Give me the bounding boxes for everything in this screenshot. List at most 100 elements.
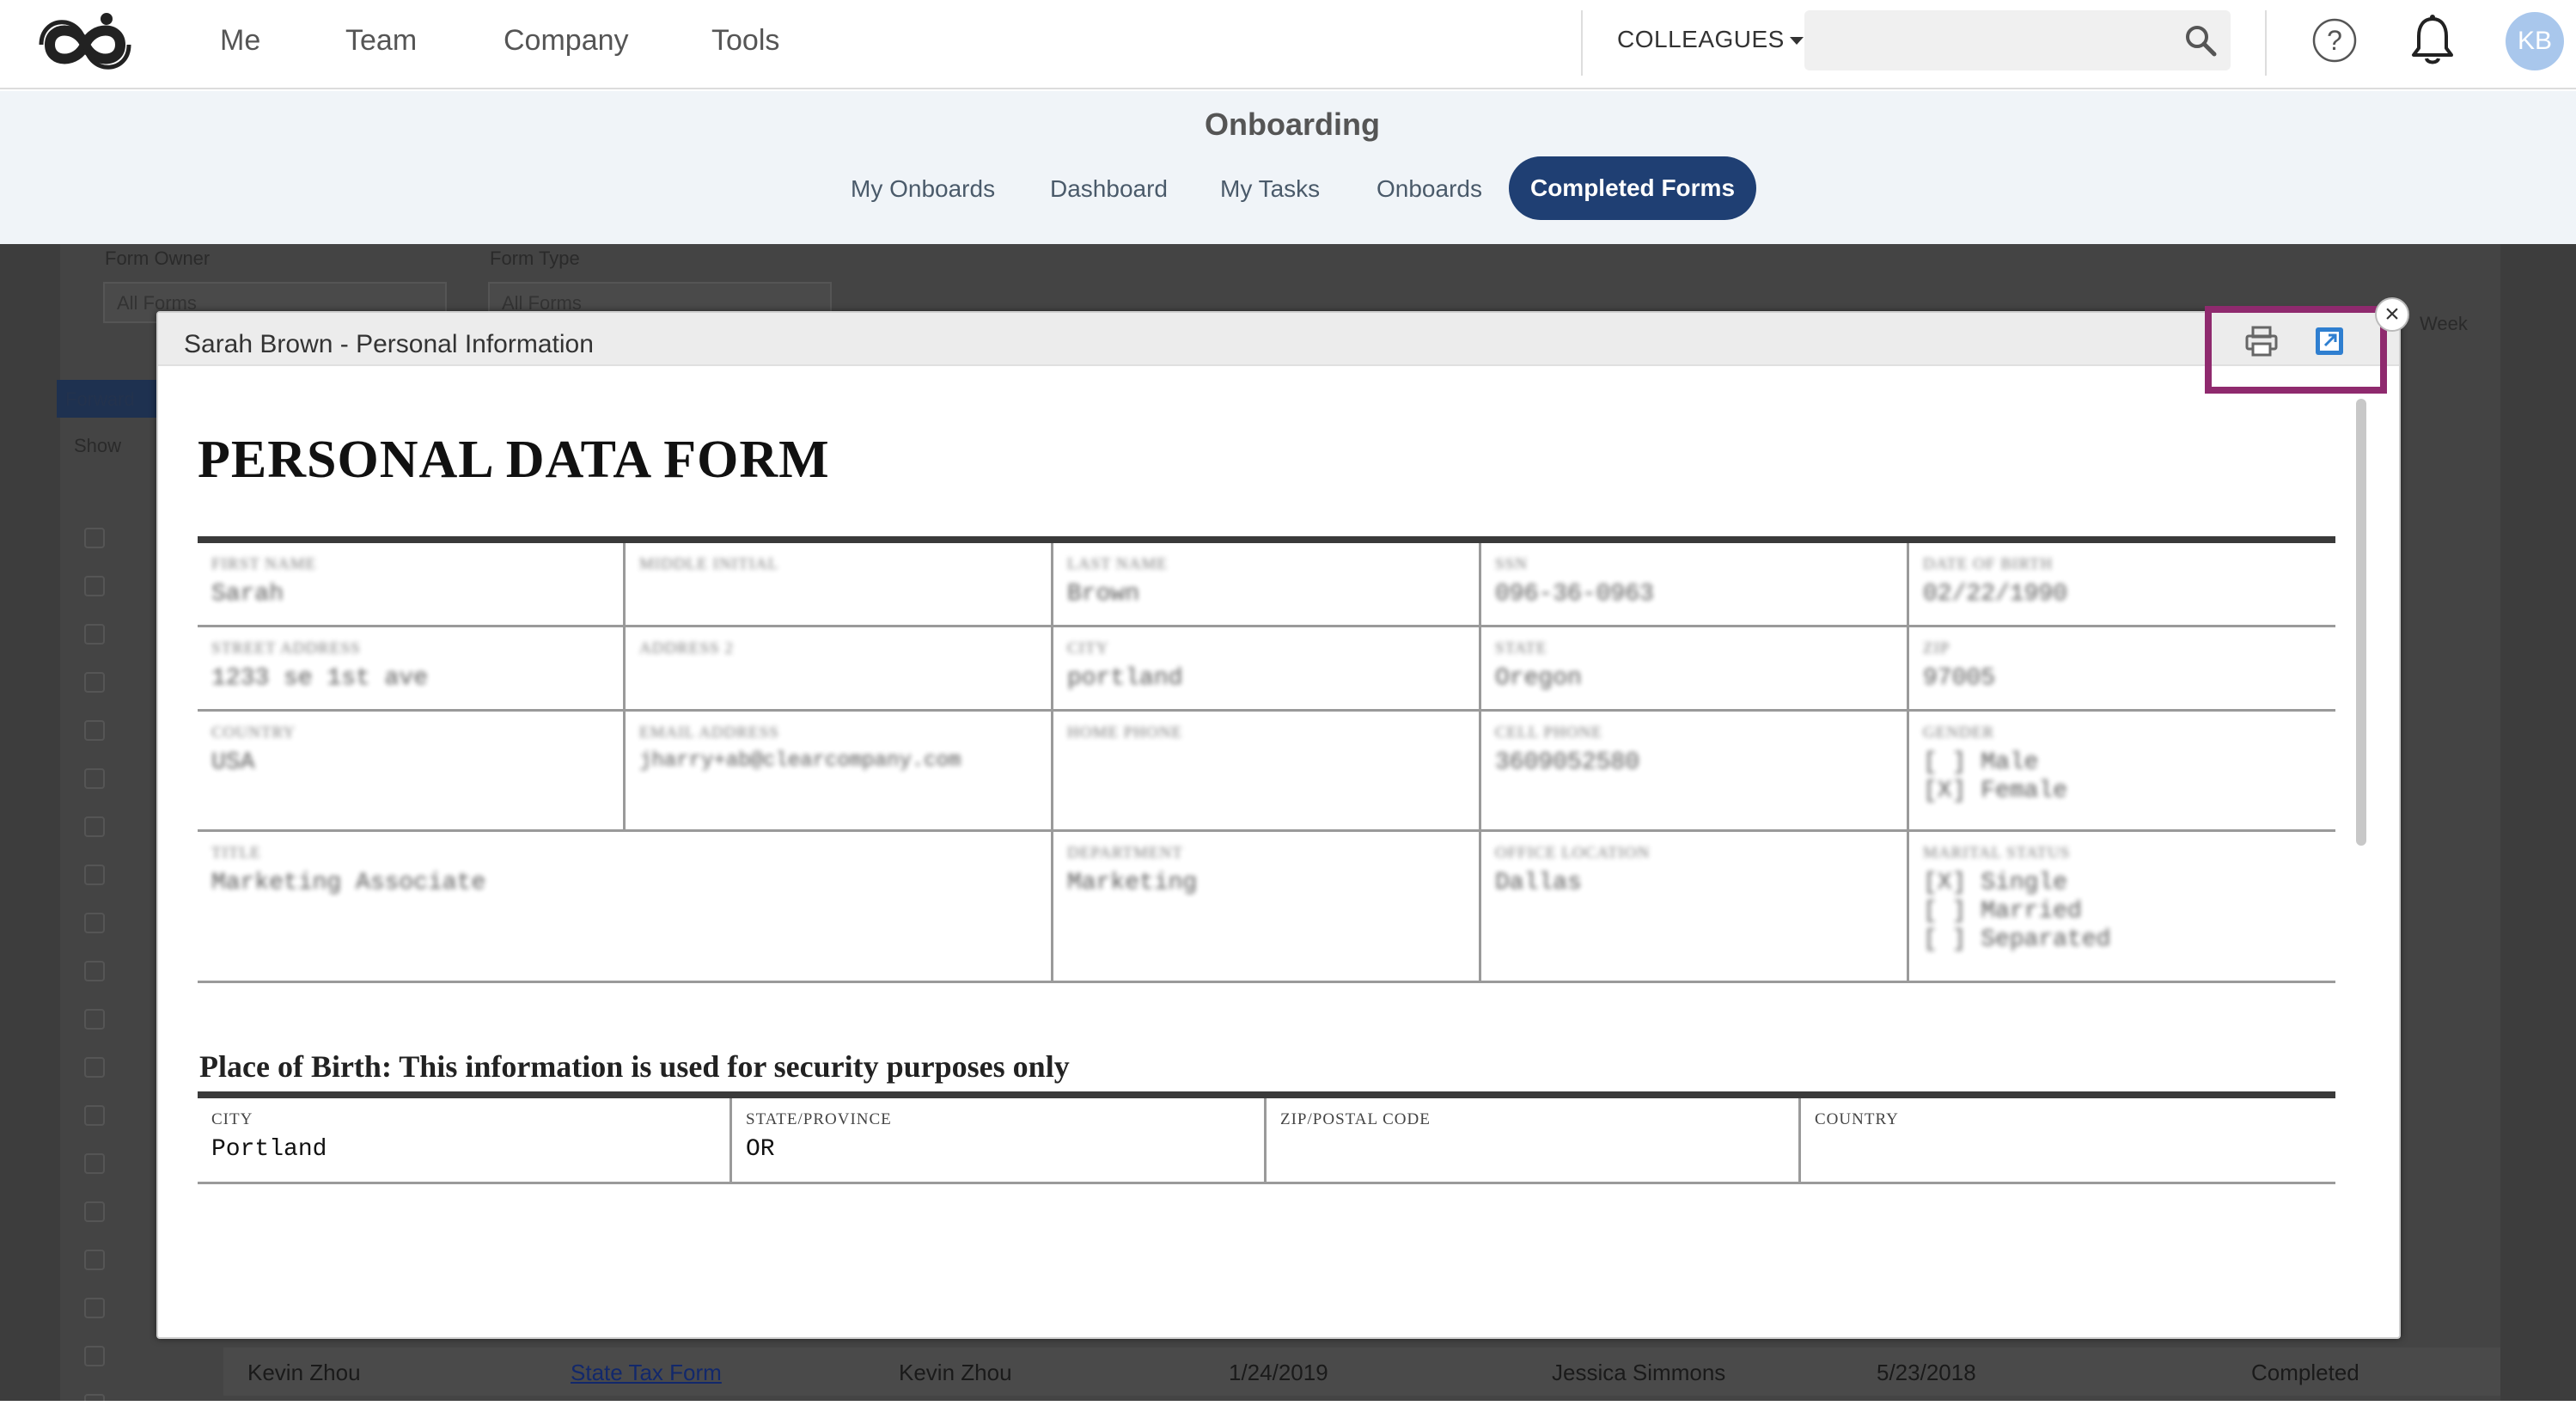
field-label: GENDER <box>1923 724 1995 742</box>
place-of-birth-title: Place of Birth: This information is used… <box>199 1049 1070 1084</box>
colleagues-label: COLLEAGUES <box>1617 26 1785 52</box>
help-icon[interactable]: ? <box>2311 17 2358 64</box>
field-label: COUNTRY <box>211 724 296 742</box>
field-value: Oregon <box>1495 665 1582 692</box>
field-first-name: FIRST NAME Sarah <box>198 543 626 627</box>
form-preview-modal: Sarah Brown - Personal Information × PER… <box>156 297 2409 1339</box>
field-value: jharry+ab@clearcompany.com <box>639 749 961 773</box>
field-label: CELL PHONE <box>1495 724 1602 742</box>
bell-icon[interactable] <box>2409 14 2456 67</box>
field-ssn: SSN 096-36-0963 <box>1481 543 1909 627</box>
field-label: COUNTRY <box>1815 1110 1899 1128</box>
colleagues-dropdown[interactable]: COLLEAGUES <box>1617 26 1804 53</box>
field-label: SSN <box>1495 555 1528 573</box>
avatar[interactable]: KB <box>2506 12 2564 70</box>
show-label: Show <box>74 435 122 456</box>
row-checkbox <box>84 576 105 596</box>
row-checkbox <box>84 1153 105 1174</box>
field-value: 3609052580 <box>1495 749 1640 776</box>
field-home-phone: HOME PHONE <box>1053 712 1481 832</box>
field-label: STATE/PROVINCE <box>746 1110 892 1128</box>
nav-link-company[interactable]: Company <box>504 24 629 58</box>
row-checkbox <box>84 816 105 837</box>
form-type-label: Form Type <box>490 248 580 269</box>
forward-button: Forward <box>57 380 160 418</box>
cell-name: Kevin Zhou <box>247 1360 361 1385</box>
row-checkbox <box>84 1298 105 1318</box>
subheader: Onboarding My Onboards Dashboard My Task… <box>0 91 2576 244</box>
field-value: Marketing Associate <box>211 870 486 896</box>
row-checkbox <box>84 1201 105 1222</box>
cell-date: 1/24/2019 <box>1229 1360 1328 1385</box>
nav-divider <box>1581 10 1583 76</box>
tab-dashboard[interactable]: Dashboard <box>1050 175 1168 203</box>
tab-my-onboards[interactable]: My Onboards <box>851 175 995 203</box>
scrollbar-thumb[interactable] <box>2356 399 2366 846</box>
row-checkbox <box>84 672 105 693</box>
field-label: FIRST NAME <box>211 555 317 573</box>
row-checkbox <box>84 1057 105 1078</box>
field-value: Sarah <box>211 581 284 608</box>
form-owner-label: Form Owner <box>105 248 211 269</box>
infinity-logo-icon[interactable] <box>24 7 146 83</box>
field-value: Portland <box>211 1136 327 1163</box>
cell-form-link: State Tax Form <box>571 1360 722 1385</box>
row-checkbox <box>84 961 105 981</box>
field-value: [X] Female <box>1923 778 2068 804</box>
print-icon[interactable] <box>2244 325 2279 358</box>
bottom-strip <box>0 1401 2576 1418</box>
field-gender: GENDER [ ] Male [X] Female <box>1909 712 2335 832</box>
cell-manager: Jessica Simmons <box>1552 1360 1726 1385</box>
field-birth-state: STATE/PROVINCE OR <box>732 1098 1267 1184</box>
toolbar-highlight <box>2205 306 2387 394</box>
field-label: ZIP <box>1923 639 1950 657</box>
popout-icon[interactable] <box>2313 325 2346 358</box>
field-label: MIDDLE INITIAL <box>639 555 779 573</box>
row-checkboxes <box>84 528 105 1418</box>
row-checkbox <box>84 624 105 645</box>
field-label: DEPARTMENT <box>1067 844 1183 862</box>
svg-text:?: ? <box>2327 25 2342 56</box>
nav-link-me[interactable]: Me <box>220 24 260 58</box>
field-middle-initial: MIDDLE INITIAL <box>626 543 1053 627</box>
field-value: 97005 <box>1923 665 1996 692</box>
row-checkbox <box>84 1250 105 1270</box>
field-marital-status: MARITAL STATUS [X] Single [ ] Married [ … <box>1909 832 2335 983</box>
tab-my-tasks[interactable]: My Tasks <box>1220 175 1320 203</box>
row-checkbox <box>84 1009 105 1030</box>
row-checkbox <box>84 768 105 789</box>
tab-completed-forms[interactable]: Completed Forms <box>1509 156 1756 220</box>
form-title: PERSONAL DATA FORM <box>198 431 830 489</box>
close-button[interactable]: × <box>2375 297 2409 332</box>
field-office-location: OFFICE LOCATION Dallas <box>1481 832 1909 983</box>
search-input[interactable] <box>1804 10 2231 70</box>
form-divider <box>198 536 2335 543</box>
nav-link-tools[interactable]: Tools <box>711 24 779 58</box>
search-icon[interactable] <box>2184 24 2217 57</box>
top-navbar: Me Team Company Tools COLLEAGUES ? KB <box>0 0 2576 89</box>
field-value: Brown <box>1067 581 1140 608</box>
field-value: [ ] Male <box>1923 749 2039 776</box>
field-label: LAST NAME <box>1067 555 1168 573</box>
cell-start-date: 5/23/2018 <box>1877 1360 1976 1385</box>
field-cell-phone: CELL PHONE 3609052580 <box>1481 712 1909 832</box>
field-value: [X] Single <box>1923 870 2068 896</box>
field-zip: ZIP 97005 <box>1909 627 2335 712</box>
field-label: MARITAL STATUS <box>1923 844 2071 862</box>
modal-header: Sarah Brown - Personal Information <box>158 313 2399 366</box>
row-checkbox <box>84 720 105 741</box>
field-city: CITY portland <box>1053 627 1481 712</box>
tab-onboards[interactable]: Onboards <box>1377 175 1482 203</box>
field-birth-city: CITY Portland <box>198 1098 732 1184</box>
field-label: STATE <box>1495 639 1547 657</box>
field-label: CITY <box>1067 639 1109 657</box>
field-label: STREET ADDRESS <box>211 639 361 657</box>
page-title: Onboarding <box>1205 107 1380 142</box>
modal-title: Sarah Brown - Personal Information <box>184 330 594 358</box>
field-title: TITLE Marketing Associate <box>198 832 1053 983</box>
field-label: CITY <box>211 1110 253 1128</box>
field-label: ZIP/POSTAL CODE <box>1280 1110 1431 1128</box>
nav-link-team[interactable]: Team <box>345 24 417 58</box>
row-checkbox <box>84 865 105 885</box>
field-label: HOME PHONE <box>1067 724 1183 742</box>
